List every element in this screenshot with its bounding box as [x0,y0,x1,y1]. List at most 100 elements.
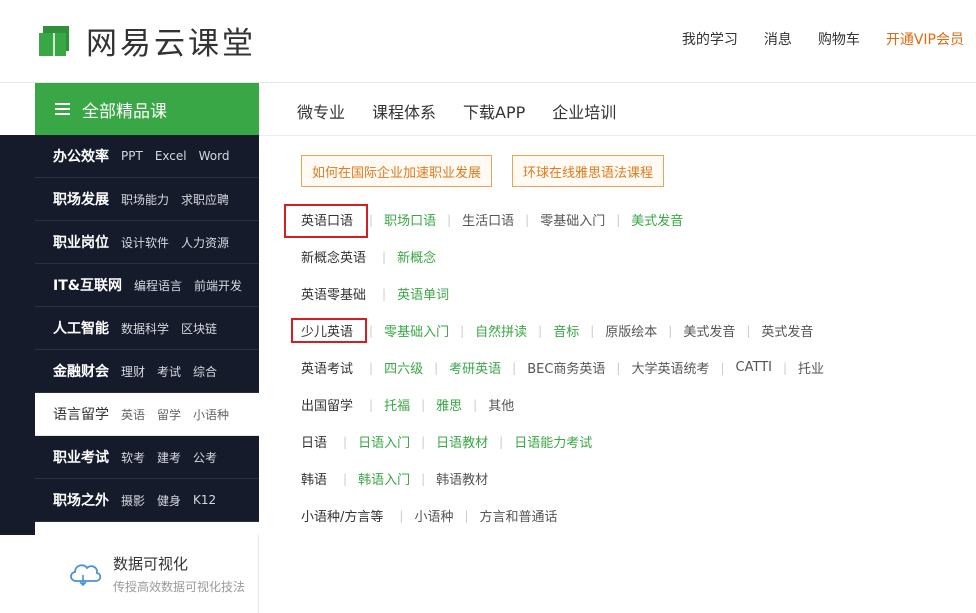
subcategory-heading[interactable]: 小语种/方言等 [301,506,383,525]
sidebar-sublink[interactable]: Excel [155,149,187,163]
topic-link[interactable]: 日语教材 [436,432,488,451]
sidebar-sublink[interactable]: 数据科学 [121,320,169,337]
subcategory-heading[interactable]: 英语零基础 [301,284,366,303]
sidebar-sublink[interactable]: 健身 [157,492,181,509]
sidebar-sublink[interactable]: 综合 [193,363,217,380]
separator: | [343,471,348,486]
sidebar-item[interactable]: 语言留学 英语 留学 小语种 [35,393,259,436]
separator: | [399,508,404,523]
sidebar-item-label: 职场发展 [53,192,109,208]
topic-link[interactable]: 英语单词 [397,284,449,303]
subcategory-heading[interactable]: 韩语 [301,469,327,488]
nav-download-app[interactable]: 下载APP [463,99,525,123]
banner-career-growth[interactable]: 如何在国际企业加速职业发展 [301,155,493,187]
topic-link[interactable]: 零基础入门 [384,321,449,340]
sidebar-item-label: 办公效率 [53,149,109,165]
separator: | [343,434,348,449]
sidebar-item-label: IT&互联网 [53,278,122,294]
sidebar-sublink[interactable]: 摄影 [121,492,145,509]
topic-link[interactable]: 自然拼读 [475,321,527,340]
sidebar-item-label: 人工智能 [53,321,109,337]
subcategory-heading[interactable]: 日语 [301,432,327,451]
topic-link[interactable]: 考研英语 [449,358,501,377]
vip-link[interactable]: 开通VIP会员 [886,29,964,49]
topic-link[interactable]: 日语能力考试 [514,432,592,451]
sidebar-sublink[interactable]: K12 [193,493,216,507]
topic-link[interactable]: 雅思 [436,395,462,414]
topic-link[interactable]: 美式发音 [683,321,735,340]
topic-link[interactable]: 美式发音 [631,210,683,229]
sidebar-sublink[interactable]: 前端开发 [194,277,242,294]
topic-link[interactable]: 小语种 [414,506,453,525]
nav-course-system[interactable]: 课程体系 [372,99,436,123]
highlight-box-kids-english [291,318,367,343]
banner-ielts-grammar[interactable]: 环球在线雅思语法课程 [512,155,665,187]
topic-link[interactable]: 原版绘本 [605,321,657,340]
topic-link[interactable]: 零基础入门 [540,210,605,229]
logo-text: 网易云课堂 [86,26,256,62]
subcategory-row: 出国留学 | 托福 | 雅思 | 其他 [301,386,824,423]
topic-link[interactable]: 其他 [488,395,514,414]
all-courses-button[interactable]: 全部精品课 [35,83,259,135]
topic-link[interactable]: BEC商务英语 [527,358,605,377]
sidebar-sublink[interactable]: 考试 [157,363,181,380]
separator: | [369,323,374,338]
topic-link[interactable]: 托业 [798,358,824,377]
sidebar-sublink[interactable]: 软考 [121,449,145,466]
topic-link[interactable]: 音标 [553,321,579,340]
nav-micro-major[interactable]: 微专业 [297,99,345,123]
subcategory-heading[interactable]: 出国留学 [301,395,353,414]
nav-enterprise-training[interactable]: 企业培训 [552,99,616,123]
sidebar-item[interactable]: 办公效率 PPT Excel Word [35,135,259,178]
logo[interactable]: 网易云课堂 [36,18,256,63]
topic-link[interactable]: 生活口语 [462,210,514,229]
topic-link[interactable]: 托福 [384,395,410,414]
topic-link[interactable]: 大学英语统考 [631,358,709,377]
promo-card[interactable]: 数据可视化 传授高效数据可视化技法 [35,535,259,613]
topic-link[interactable]: 新概念 [397,247,436,266]
subcategory-heading[interactable]: 英语考试 [301,358,353,377]
separator: | [512,360,517,375]
separator: | [616,212,621,227]
sidebar-sublink[interactable]: 理财 [121,363,145,380]
sidebar-item[interactable]: 职业岗位 设计软件 人力资源 [35,221,259,264]
sidebar-sublink[interactable]: 公考 [193,449,217,466]
sidebar-sublink[interactable]: 职场能力 [121,191,169,208]
sidebar-item[interactable]: 职场之外 摄影 健身 K12 [35,479,259,522]
topic-link[interactable]: CATTI [736,360,772,375]
subcategory-row: 小语种/方言等 | 小语种 | 方言和普通话 [301,497,824,534]
subcategory-row: 英语口语 | 职场口语 | 生活口语 | 零基础入门 | 美式发音 [301,201,824,238]
topic-link[interactable]: 职场口语 [384,210,436,229]
topic-link[interactable]: 韩语入门 [358,469,410,488]
messages-link[interactable]: 消息 [764,29,792,49]
topic-link[interactable]: 方言和普通话 [480,506,558,525]
sidebar-item[interactable]: 人工智能 数据科学 区块链 [35,307,259,350]
sidebar-item-label: 语言留学 [53,407,109,423]
sidebar-item[interactable]: 金融财会 理财 考试 综合 [35,350,259,393]
hamburger-icon [55,103,70,115]
topic-link[interactable]: 英式发音 [761,321,813,340]
sidebar-sublink[interactable]: 编程语言 [134,277,182,294]
sidebar-item[interactable]: 职业考试 软考 建考 公考 [35,436,259,479]
sidebar-sublink[interactable]: 小语种 [193,406,229,423]
cart-link[interactable]: 购物车 [818,29,860,49]
sidebar-sublink[interactable]: 人力资源 [181,234,229,251]
sidebar-sublink[interactable]: PPT [121,149,143,163]
topic-link[interactable]: 四六级 [384,358,423,377]
topic-link[interactable]: 日语入门 [358,432,410,451]
sidebar-item[interactable]: 职场发展 职场能力 求职应聘 [35,178,259,221]
sidebar-item[interactable]: IT&互联网 编程语言 前端开发 [35,264,259,307]
category-sidebar: 办公效率 PPT Excel Word 职场发展 职场能力 求职应聘 职业岗位 设计软件 人力资源… [35,135,259,522]
sidebar-sublink[interactable]: Word [199,149,230,163]
sidebar-sublink[interactable]: 设计软件 [121,234,169,251]
my-learning-link[interactable]: 我的学习 [682,29,738,49]
sidebar-sublink[interactable]: 区块链 [181,320,217,337]
sidebar-sublink[interactable]: 求职应聘 [181,191,229,208]
sidebar-sublink[interactable]: 英语 [121,406,145,423]
topic-link[interactable]: 韩语教材 [436,469,488,488]
subcategory-heading[interactable]: 新概念英语 [301,247,366,266]
separator: | [499,434,504,449]
sidebar-sublink[interactable]: 建考 [157,449,181,466]
sidebar-sublink[interactable]: 留学 [157,406,181,423]
top-links: 我的学习 消息 购物车 开通VIP会员 [656,29,964,49]
